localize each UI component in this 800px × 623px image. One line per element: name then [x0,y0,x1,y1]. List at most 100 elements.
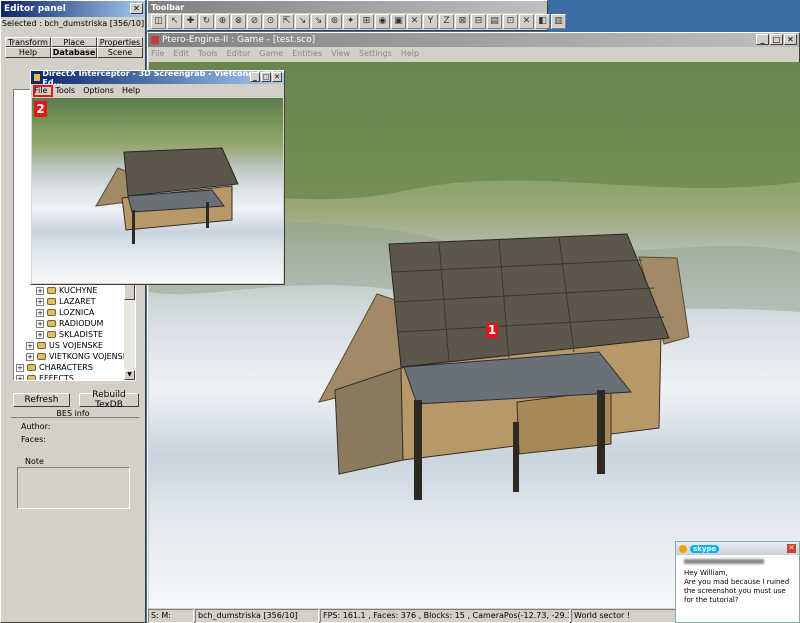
tree-item[interactable]: + SKLADISTE [16,329,133,340]
toolbar-tool-icon[interactable]: ▣ [391,14,406,29]
rebuild-texdb-button[interactable]: Rebuild TexDB [79,390,139,410]
toolbar-tool-icon[interactable]: ⊛ [327,14,342,29]
skype-notification[interactable]: skype ✕ Hey William, Are you mad because… [675,541,800,623]
toolbar-tool-icon[interactable]: ✚ [183,14,198,29]
interceptor-minimize-button[interactable]: _ [250,72,260,82]
tree-item-label: SKLADISTE [59,330,103,339]
menu-view[interactable]: View [331,49,350,58]
refresh-button[interactable]: Refresh [13,393,70,407]
folder-icon [27,375,36,380]
toolbar-tool-icon[interactable]: ⊟ [471,14,486,29]
toolbar-tool-icon[interactable]: ✕ [519,14,534,29]
editor-panel-close-button[interactable]: ✕ [130,3,143,14]
toolbar-tool-icon[interactable]: ⊙ [263,14,278,29]
toolbar-tool-icon[interactable]: Y [423,14,438,29]
toolbar-tool-icon[interactable]: ⊕ [215,14,230,29]
tree-item[interactable]: + KUCHYNE [16,285,133,296]
interceptor-maximize-button[interactable]: □ [261,72,271,82]
menu-settings[interactable]: Settings [359,49,392,58]
author-label: Author: [21,422,51,431]
menu-help[interactable]: Help [401,49,419,58]
tree-item[interactable]: + EFFECTS [16,373,133,380]
skype-close-icon[interactable]: ✕ [787,544,796,553]
folder-icon [47,298,56,305]
menu-editor[interactable]: Editor [227,49,251,58]
tree-item[interactable]: + US VOJENSKE [16,340,133,351]
game-close-button[interactable]: ✕ [784,34,797,45]
toolbar-tool-icon[interactable]: ◧ [535,14,550,29]
tree-item[interactable]: + RADIODUM [16,318,133,329]
file-menu-highlight [33,85,53,97]
toolbar-tool-icon[interactable]: ▤ [487,14,502,29]
game-titlebar[interactable]: Ptero-Engine-II : Game - [test.sco] _ □ … [148,33,799,47]
tab-database[interactable]: Database [51,47,97,58]
tab-transform[interactable]: Transform [5,37,51,47]
tree-item-label: LAZARET [59,297,96,306]
menu-game[interactable]: Game [259,49,283,58]
toolbar-tool-icon[interactable]: Z [439,14,454,29]
tree-item[interactable]: + CHARACTERS [16,362,133,373]
note-label: Note [25,457,44,466]
menu-tools[interactable]: Tools [198,49,218,58]
tab-row-bottom: Help Database Scene [5,47,143,58]
toolbar-tool-icon[interactable]: ✕ [407,14,422,29]
game-window-title: Ptero-Engine-II : Game - [test.sco] [162,35,316,45]
toolbar-tool-icon[interactable]: ⊗ [231,14,246,29]
dx-icon [34,74,41,81]
tree-item[interactable]: + LAZARET [16,296,133,307]
interceptor-menu-tools[interactable]: Tools [55,86,75,95]
toolbar-tool-icon[interactable]: ⊡ [503,14,518,29]
expand-icon[interactable]: + [26,352,34,361]
expand-icon[interactable]: + [36,297,44,306]
toolbar-tool-icon[interactable]: ↖ [167,14,182,29]
expand-icon[interactable]: + [16,374,24,380]
folder-icon [37,342,46,349]
tree-item[interactable]: + LOZNICA [16,307,133,318]
note-field[interactable] [17,467,130,509]
tab-properties[interactable]: Properties [97,37,143,47]
toolbar-tool-icon[interactable]: ↻ [199,14,214,29]
folder-icon [37,353,46,360]
interceptor-menu-help[interactable]: Help [122,86,140,95]
menu-edit[interactable]: Edit [173,49,189,58]
editor-panel-title: Editor panel [4,4,66,14]
folder-icon [27,364,36,371]
tab-place[interactable]: Place [51,37,97,47]
toolbar-tool-icon[interactable]: ⊘ [247,14,262,29]
tree-item[interactable]: + VIETKONG VOJENSKE [16,351,133,362]
expand-icon[interactable]: + [16,363,24,372]
scroll-down-arrow-icon[interactable]: ▼ [124,370,135,380]
interceptor-viewport[interactable] [32,98,283,283]
toolbar-tool-icon[interactable]: ✦ [343,14,358,29]
toolbar-tool-icon[interactable]: ◫ [151,14,166,29]
tab-help[interactable]: Help [5,47,51,58]
toolbar-tool-icon[interactable]: ⇱ [279,14,294,29]
toolbar-titlebar[interactable]: Toolbar [148,1,547,13]
interceptor-close-button[interactable]: ✕ [272,72,282,82]
expand-icon[interactable]: + [36,319,44,328]
interceptor-menu-options[interactable]: Options [83,86,114,95]
game-minimize-button[interactable]: _ [756,34,769,45]
interceptor-titlebar[interactable]: DirectX Interceptor - 3D Screengrab - Vi… [31,69,284,87]
toolbar-tool-icon[interactable]: ↘ [295,14,310,29]
folder-icon [47,287,56,294]
tree-item-label: VIETKONG VOJENSKE [49,352,134,361]
expand-icon[interactable]: + [36,308,44,317]
status-sm: S: M: [148,609,194,623]
toolbar-tool-icon[interactable]: ⇘ [311,14,326,29]
editor-panel-titlebar[interactable]: Editor panel ✕ [1,1,145,17]
toolbar-tool-icon[interactable]: ⊞ [359,14,374,29]
skype-status-icon [679,544,687,553]
tree-item-label: LOZNICA [59,308,95,317]
expand-icon[interactable]: + [36,330,44,339]
expand-icon[interactable]: + [36,286,44,295]
tab-scene[interactable]: Scene [97,47,143,58]
toolbar-tool-icon[interactable]: ◉ [375,14,390,29]
game-maximize-button[interactable]: □ [770,34,783,45]
toolbar-tool-icon[interactable]: ▥ [551,14,566,29]
menu-entities[interactable]: Entities [292,49,322,58]
expand-icon[interactable]: + [26,341,34,350]
folder-icon [47,331,56,338]
toolbar-tool-icon[interactable]: ⊠ [455,14,470,29]
menu-file[interactable]: File [151,49,164,58]
